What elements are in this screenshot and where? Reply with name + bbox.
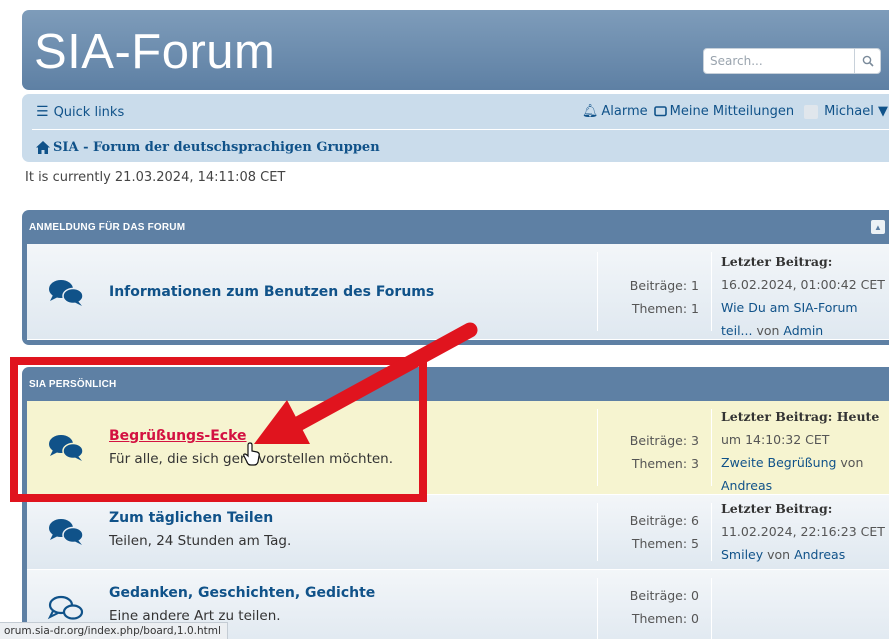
forum-row: Zum täglichen Teilen Teilen, 24 Stunden … [27, 495, 889, 570]
forum-chat-icon [49, 519, 84, 545]
last-post: Letzter Beitrag: 16.02.2024, 01:00:42 CE… [721, 250, 889, 342]
last-post: Letzter Beitrag: 11.02.2024, 22:16:23 CE… [721, 497, 889, 566]
posts-count: Beiträge: 1 [629, 278, 699, 293]
lastpost-author[interactable]: Admin [783, 323, 823, 338]
lastpost-by: von [836, 455, 864, 470]
category-anmeldung: ANMELDUNG FÜR DAS FORUM ▲ Informationen … [22, 210, 889, 345]
forum-stats: Beiträge: 3 Themen: 3 [601, 429, 711, 475]
stats-divider [597, 409, 598, 486]
messages-label: Meine Mitteilungen [669, 104, 795, 119]
quick-links-label: Quick links [53, 104, 125, 120]
lastpost-divider [711, 503, 712, 561]
forum-title[interactable]: Begrüßungs-Ecke [109, 428, 247, 444]
lastpost-label: Letzter Beitrag: [721, 501, 833, 516]
lastpost-topic-link[interactable]: Smiley [721, 547, 763, 562]
breadcrumb[interactable]: SIA - Forum der deutschsprachigen Gruppe… [36, 140, 380, 155]
stats-divider [597, 578, 598, 639]
hamburger-icon: ☰ [36, 104, 49, 120]
site-header: SIA-Forum [22, 10, 889, 90]
lastpost-label: Letzter Beitrag: [721, 254, 833, 269]
topics-count: Themen: 0 [631, 611, 699, 626]
status-bar-url: orum.sia-dr.org/index.php/board,1.0.html [0, 622, 228, 639]
hand-cursor-icon [243, 442, 260, 466]
quick-links-menu[interactable]: ☰ Quick links [36, 104, 124, 120]
topics-count: Themen: 1 [631, 301, 699, 316]
lastpost-divider [711, 252, 712, 331]
lastpost-by: von [752, 323, 784, 338]
avatar[interactable] [804, 104, 819, 119]
stats-divider [597, 252, 598, 331]
posts-count: Beiträge: 0 [629, 588, 699, 603]
category-header: ANMELDUNG FÜR DAS FORUM ▲ [27, 210, 889, 244]
category-title[interactable]: SIA PERSÖNLICH [29, 379, 116, 390]
current-time: It is currently 21.03.2024, 14:11:08 CET [25, 170, 286, 185]
site-title[interactable]: SIA-Forum [34, 24, 275, 80]
forum-stats: Beiträge: 1 Themen: 1 [601, 274, 711, 320]
lastpost-author[interactable]: Andreas [794, 547, 845, 562]
navbar: ☰ Quick links 🔔︎ Alarme Meine Mitteilung… [22, 94, 889, 162]
lastpost-topic-link-cont[interactable]: teil... [721, 323, 752, 338]
forum-chat-icon [49, 280, 84, 306]
posts-count: Beiträge: 3 [629, 433, 699, 448]
lastpost-topic-link[interactable]: Zweite Begrüßung [721, 455, 836, 470]
user-name: Michael ▼ [824, 104, 888, 119]
home-icon [36, 141, 50, 154]
topics-count: Themen: 3 [631, 456, 699, 471]
lastpost-author[interactable]: Andreas [721, 474, 889, 497]
collapse-icon: ▲ [873, 222, 883, 232]
forum-stats: Beiträge: 6 Themen: 5 [601, 509, 711, 555]
search-box[interactable] [703, 48, 881, 74]
alarms-label: Alarme [601, 104, 648, 119]
magnifier-icon [862, 55, 874, 67]
search-button[interactable] [854, 49, 880, 73]
collapse-button[interactable]: ▲ [871, 220, 885, 234]
search-input[interactable] [704, 49, 854, 73]
category-sia-persoenlich: SIA PERSÖNLICH Begrüßungs-Ecke Für alle,… [22, 367, 889, 639]
lastpost-divider [711, 578, 712, 639]
nav-divider [32, 129, 889, 130]
forum-stats: Beiträge: 0 Themen: 0 [601, 584, 711, 630]
category-title[interactable]: ANMELDUNG FÜR DAS FORUM [29, 222, 185, 233]
topics-count: Themen: 5 [631, 536, 699, 551]
lastpost-label: Letzter Beitrag: Heute [721, 409, 880, 424]
forum-chat-outline-icon [47, 595, 84, 620]
user-menu[interactable]: Michael ▼ [824, 104, 888, 119]
lastpost-divider [711, 409, 712, 486]
forum-description: Teilen, 24 Stunden am Tag. [109, 533, 292, 549]
alarms-link[interactable]: 🔔︎ Alarme [582, 104, 648, 119]
messages-link[interactable]: Meine Mitteilungen [653, 104, 795, 119]
forum-row: Informationen zum Benutzen des Forums Be… [27, 244, 889, 340]
forum-chat-icon [49, 435, 84, 461]
forum-title[interactable]: Gedanken, Geschichten, Gedichte [109, 585, 375, 601]
last-post: Letzter Beitrag: Heute um 14:10:32 CET Z… [721, 405, 889, 497]
lastpost-date: 11.02.2024, 22:16:23 CET [721, 524, 885, 539]
forum-title[interactable]: Zum täglichen Teilen [109, 510, 273, 526]
inbox-icon [653, 106, 667, 117]
posts-count: Beiträge: 6 [629, 513, 699, 528]
lastpost-date: 16.02.2024, 01:00:42 CET [721, 277, 885, 292]
breadcrumb-label: SIA - Forum der deutschsprachigen Gruppe… [53, 140, 380, 155]
bell-icon: 🔔︎ [581, 104, 599, 119]
forum-row: Begrüßungs-Ecke Für alle, die sich gern … [27, 401, 889, 495]
lastpost-by: von [763, 547, 795, 562]
lastpost-date: um 14:10:32 CET [721, 432, 830, 447]
lastpost-topic-link[interactable]: Wie Du am SIA-Forum [721, 296, 889, 319]
forum-title[interactable]: Informationen zum Benutzen des Forums [109, 284, 434, 300]
stats-divider [597, 503, 598, 561]
category-header: SIA PERSÖNLICH [27, 367, 889, 401]
